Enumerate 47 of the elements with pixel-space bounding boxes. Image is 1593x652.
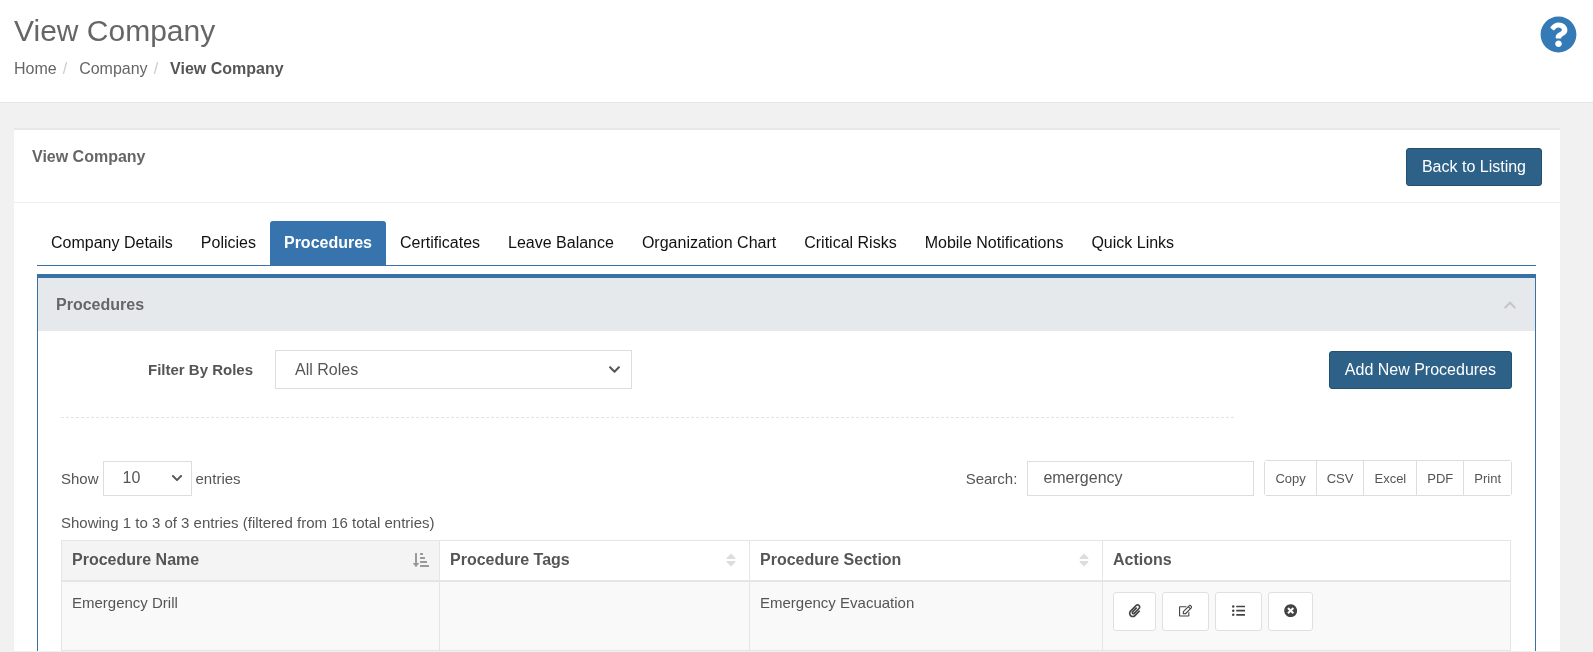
- filter-label: Filter By Roles: [146, 361, 253, 378]
- add-button[interactable]: Add New Procedures: [1328, 350, 1512, 389]
- caret-icon: [170, 472, 183, 484]
- paperclip-icon: [1127, 604, 1142, 618]
- show-label: Show: [61, 469, 99, 487]
- list-icon: [1231, 604, 1246, 618]
- table-cell: Emergency Evacuation: [749, 580, 1103, 651]
- list-button[interactable]: [1215, 591, 1262, 631]
- panel-header[interactable]: Procedures: [38, 278, 1535, 331]
- column-header[interactable]: Procedure Name: [61, 540, 440, 581]
- breadcrumb-separator: /: [62, 60, 68, 78]
- export-button[interactable]: Print: [1463, 461, 1511, 495]
- panel-title: Procedures: [56, 295, 145, 314]
- caret-icon: [608, 363, 621, 376]
- search-label: Search:: [965, 469, 1018, 487]
- column-header[interactable]: Procedure Section: [749, 540, 1103, 581]
- delete-button[interactable]: [1268, 591, 1313, 631]
- table-cell: Emergency Drill: [61, 580, 440, 651]
- column-header[interactable]: Procedure Tags: [439, 540, 750, 581]
- role-select[interactable]: All Roles: [275, 350, 632, 389]
- table-info: Showing 1 to 3 of 3 entries (filtered from 16 total entries): [61, 514, 436, 531]
- breadcrumb-separator: /: [153, 60, 159, 78]
- page-title: View Company: [14, 14, 217, 48]
- column-header: Actions: [1102, 540, 1511, 581]
- breadcrumb-link[interactable]: Home: [14, 60, 57, 78]
- tab[interactable]: Procedures: [269, 221, 386, 265]
- tab[interactable]: Leave Balance: [494, 221, 628, 265]
- tab[interactable]: Critical Risks: [790, 221, 911, 265]
- help-icon[interactable]: [1540, 16, 1577, 53]
- edit-icon: [1178, 604, 1193, 618]
- tab[interactable]: Company Details: [37, 221, 187, 265]
- length-select[interactable]: 10: [102, 460, 192, 496]
- entries-label: entries: [195, 469, 241, 487]
- edit-button[interactable]: [1162, 591, 1209, 631]
- delete-icon: [1283, 604, 1298, 618]
- search-field[interactable]: emergency: [1027, 460, 1255, 496]
- card-title: View Company: [32, 148, 146, 166]
- tab[interactable]: Quick Links: [1077, 221, 1189, 265]
- sort-ascending-icon[interactable]: [413, 552, 429, 569]
- tab[interactable]: Mobile Notifications: [910, 221, 1078, 265]
- tab[interactable]: Policies: [186, 221, 270, 265]
- tab[interactable]: Organization Chart: [627, 221, 791, 265]
- breadcrumb-link[interactable]: Company: [79, 60, 148, 78]
- breadcrumb-current: View Company: [170, 60, 284, 78]
- tab[interactable]: Certificates: [386, 221, 495, 265]
- back-button[interactable]: Back to Listing: [1405, 148, 1542, 186]
- attach-button[interactable]: [1113, 591, 1156, 631]
